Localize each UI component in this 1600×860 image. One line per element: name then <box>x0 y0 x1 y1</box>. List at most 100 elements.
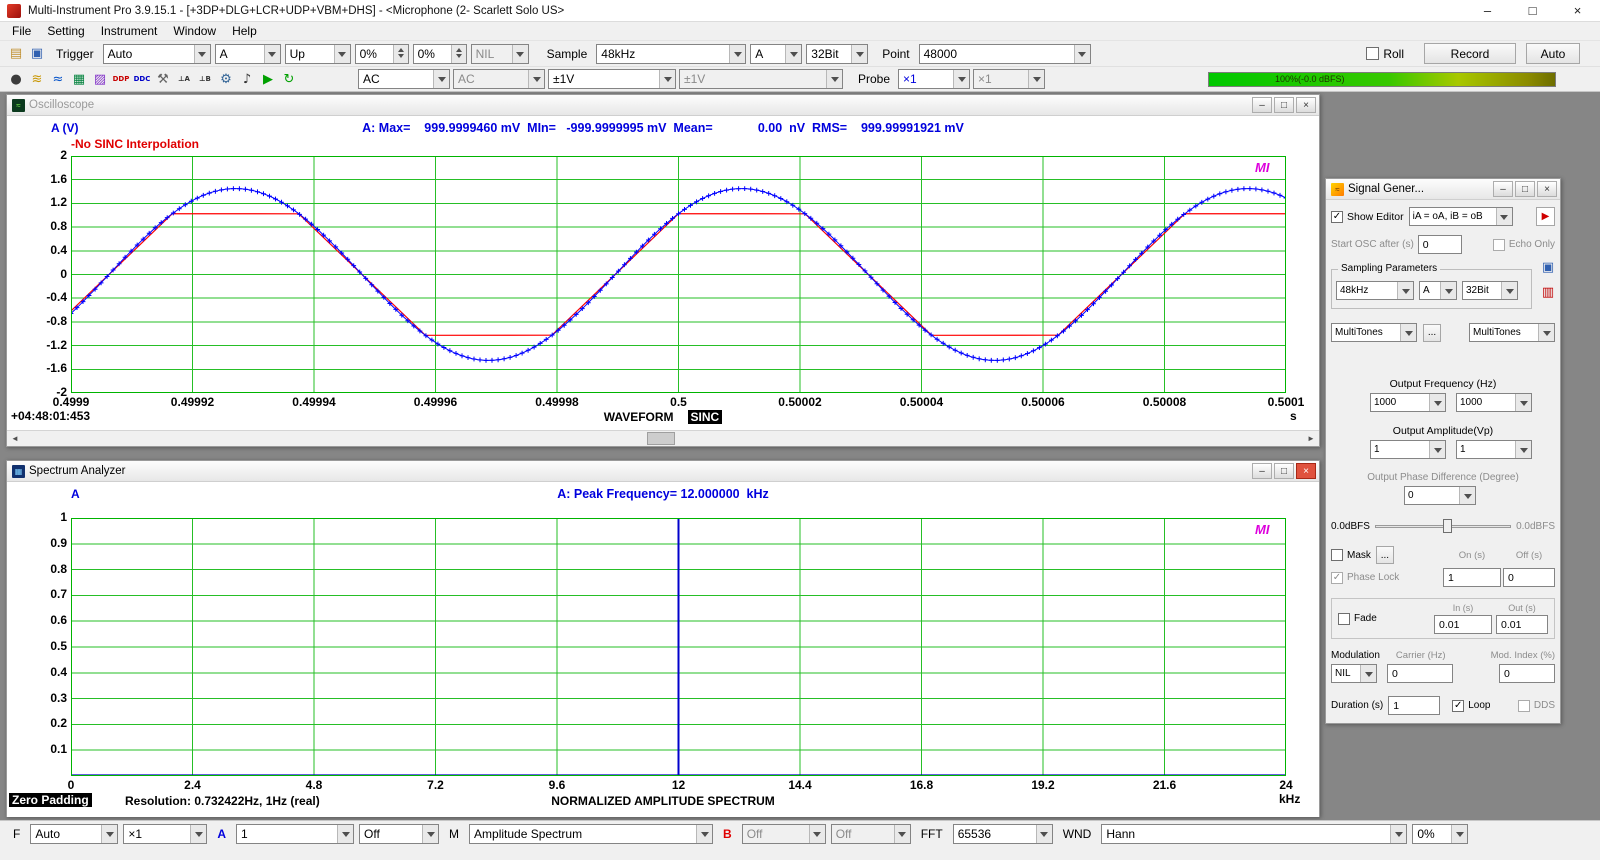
menu-window[interactable]: Window <box>165 22 224 40</box>
duration-input[interactable]: 1 <box>1388 696 1440 715</box>
marker-b-icon[interactable]: ⊥B <box>195 70 215 88</box>
probe-a-select[interactable]: ×1 <box>898 69 970 89</box>
x-scale-select[interactable]: ×1 <box>123 824 207 844</box>
spinner-arrows-icon[interactable] <box>451 45 466 63</box>
mask-more-button[interactable]: ... <box>1376 546 1394 564</box>
hammer-icon[interactable]: ⚒ <box>153 70 173 88</box>
echo-only-checkbox[interactable]: Echo Only <box>1493 239 1555 251</box>
start-osc-input[interactable]: 0 <box>1418 235 1462 254</box>
signal-chart-icon[interactable]: ▥ <box>1538 283 1558 301</box>
mask-checkbox[interactable]: Mask <box>1331 549 1371 561</box>
menu-help[interactable]: Help <box>224 22 265 40</box>
save-file-icon[interactable]: ▣ <box>27 45 47 63</box>
trigger-mode-select[interactable]: Auto <box>103 44 211 64</box>
restart-icon[interactable]: ↻ <box>279 70 299 88</box>
close-button[interactable]: × <box>1555 0 1600 21</box>
dds-checkbox[interactable]: DDS <box>1518 700 1555 712</box>
channel-a-mode-select[interactable]: Off <box>359 824 439 844</box>
amplitude-b-select[interactable]: 1 <box>1456 440 1532 459</box>
scroll-left-icon[interactable]: ◄ <box>7 431 23 446</box>
signal-generator-minimize-button[interactable]: – <box>1493 181 1513 197</box>
spinner-arrows-icon[interactable] <box>393 45 408 63</box>
oscilloscope-close-button[interactable]: × <box>1296 97 1316 113</box>
sound-device-icon[interactable]: ♪ <box>237 70 257 88</box>
multimeter-icon[interactable]: ≋ <box>27 70 47 88</box>
waveform-a-more-button[interactable]: ... <box>1423 324 1441 342</box>
loop-checkbox[interactable]: ✓Loop <box>1452 700 1490 712</box>
signal-generator-close-button[interactable]: × <box>1537 181 1557 197</box>
generator-play-icon[interactable]: ▶ <box>1536 207 1555 226</box>
record-button[interactable]: Record <box>1424 43 1516 64</box>
phase-difference-select[interactable]: 0 <box>1404 486 1476 505</box>
trigger-delay-spinner[interactable]: 0% <box>413 44 467 64</box>
overlap-select[interactable]: 0% <box>1412 824 1468 844</box>
record-length-select[interactable]: 48000 <box>919 44 1091 64</box>
tools-icon[interactable]: ⚙ <box>216 70 236 88</box>
coupling-a-select[interactable]: AC <box>358 69 450 89</box>
marker-a-icon[interactable]: ⊥A <box>174 70 194 88</box>
spectrum-maximize-button[interactable]: □ <box>1274 463 1294 479</box>
display-mode-select[interactable]: Amplitude Spectrum <box>469 824 713 844</box>
frequency-a-select[interactable]: 1000 <box>1370 393 1446 412</box>
open-file-icon[interactable]: ▤ <box>6 45 26 63</box>
menu-setting[interactable]: Setting <box>39 22 92 40</box>
spectrum-3d-plot-icon[interactable]: ▨ <box>90 70 110 88</box>
slider-thumb[interactable] <box>1443 519 1452 533</box>
run-icon[interactable]: ▶ <box>258 70 278 88</box>
trigger-source-select[interactable]: A <box>215 44 281 64</box>
window-function-select[interactable]: Hann <box>1101 824 1407 844</box>
maximize-button[interactable]: □ <box>1510 0 1555 21</box>
carrier-input[interactable]: 0 <box>1387 664 1453 683</box>
frequency-b-select[interactable]: 1000 <box>1456 393 1532 412</box>
range-a-select[interactable]: ±1V <box>548 69 676 89</box>
phase-lock-on-input[interactable]: 1 <box>1443 568 1501 587</box>
amplitude-balance-slider[interactable] <box>1375 517 1511 535</box>
ddp-icon[interactable]: DDP <box>111 70 131 88</box>
fade-out-input[interactable]: 0.01 <box>1496 615 1548 634</box>
fade-checkbox[interactable]: Fade <box>1338 613 1377 625</box>
phase-lock-off-input[interactable]: 0 <box>1503 568 1555 587</box>
generator-bit-depth-select[interactable]: 32Bit <box>1462 281 1518 300</box>
channel-a-gain-select[interactable]: 1 <box>236 824 354 844</box>
spectrum-close-button[interactable]: × <box>1296 463 1316 479</box>
fft-size-select[interactable]: 65536 <box>953 824 1053 844</box>
frequency-axis-select[interactable]: Auto <box>30 824 118 844</box>
spectrum-analyzer-icon[interactable]: ▦ <box>69 70 89 88</box>
oscilloscope-icon[interactable]: ≈ <box>48 70 68 88</box>
fade-in-input[interactable]: 0.01 <box>1434 615 1492 634</box>
minimize-button[interactable]: – <box>1465 0 1510 21</box>
menu-instrument[interactable]: Instrument <box>93 22 166 40</box>
waveform-b-select[interactable]: MultiTones <box>1469 323 1555 342</box>
sinc-mode-badge[interactable]: SINC <box>688 410 723 424</box>
oscilloscope-minimize-button[interactable]: – <box>1252 97 1272 113</box>
generator-sampling-rate-select[interactable]: 48kHz <box>1336 281 1414 300</box>
signal-generator-maximize-button[interactable]: □ <box>1515 181 1535 197</box>
spectrum-minimize-button[interactable]: – <box>1252 463 1272 479</box>
amplitude-a-select[interactable]: 1 <box>1370 440 1446 459</box>
menu-file[interactable]: File <box>4 22 39 40</box>
scroll-thumb[interactable] <box>647 432 675 445</box>
zero-padding-badge[interactable]: Zero Padding <box>9 793 92 807</box>
scroll-right-icon[interactable]: ► <box>1303 431 1319 446</box>
bit-depth-select[interactable]: 32Bit <box>806 44 868 64</box>
modulation-type-select[interactable]: NIL <box>1331 664 1377 683</box>
stop-icon[interactable]: ● <box>6 70 26 88</box>
waveform-a-select[interactable]: MultiTones <box>1331 323 1417 342</box>
oscilloscope-maximize-button[interactable]: □ <box>1274 97 1294 113</box>
auto-button[interactable]: Auto <box>1526 43 1580 64</box>
oscilloscope-titlebar[interactable]: ≈ Oscilloscope – □ × <box>7 95 1319 116</box>
generator-channel-select[interactable]: A <box>1419 281 1457 300</box>
signal-generator-titlebar[interactable]: ≈ Signal Gener... – □ × <box>1326 179 1560 200</box>
trigger-level-spinner[interactable]: 0% <box>355 44 409 64</box>
save-signal-icon[interactable]: ▣ <box>1538 258 1558 276</box>
trigger-edge-select[interactable]: Up <box>285 44 351 64</box>
show-editor-checkbox[interactable]: ✓Show Editor <box>1331 211 1404 223</box>
phase-lock-checkbox[interactable]: ✓Phase Lock <box>1331 572 1399 584</box>
routing-select[interactable]: iA = oA, iB = oB <box>1409 207 1513 226</box>
sampling-channel-select[interactable]: A <box>750 44 802 64</box>
oscilloscope-hscrollbar[interactable]: ◄ ► <box>7 430 1319 446</box>
roll-checkbox[interactable]: Roll <box>1366 47 1404 61</box>
sampling-rate-select[interactable]: 48kHz <box>596 44 746 64</box>
spectrum-titlebar[interactable]: ▦ Spectrum Analyzer – □ × <box>7 461 1319 482</box>
mod-index-input[interactable]: 0 <box>1499 664 1555 683</box>
